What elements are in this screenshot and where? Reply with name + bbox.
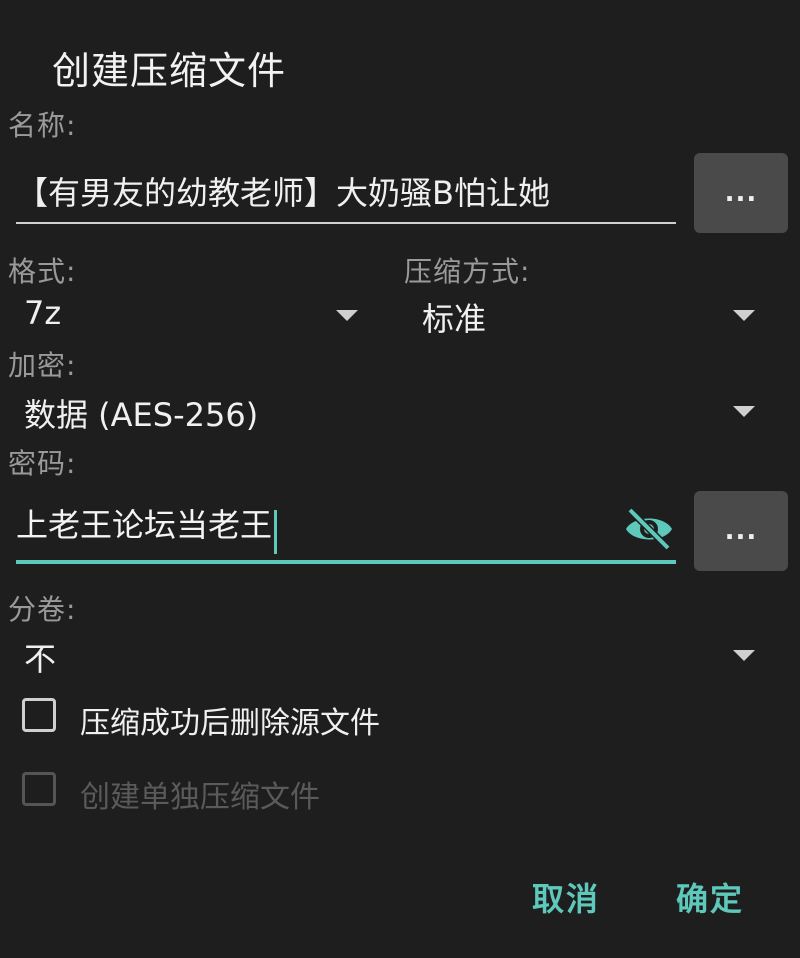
ok-button[interactable]: 确定	[676, 874, 744, 920]
chevron-down-icon	[733, 650, 755, 661]
name-input-underline	[16, 222, 676, 224]
compression-value: 标准	[422, 300, 487, 338]
format-value: 7z	[24, 294, 62, 332]
delete-source-checkbox[interactable]	[22, 698, 56, 732]
name-browse-button[interactable]: ...	[694, 153, 788, 233]
format-dropdown[interactable]: 7z	[0, 288, 380, 342]
password-input[interactable]: 上老王论坛当老王	[16, 500, 616, 556]
encryption-label: 加密:	[8, 349, 77, 382]
encryption-value: 数据 (AES-256)	[24, 396, 259, 434]
cancel-button[interactable]: 取消	[532, 874, 600, 920]
split-value: 不	[24, 640, 57, 678]
password-generator-button[interactable]: ...	[694, 491, 788, 571]
chevron-down-icon	[336, 310, 358, 321]
create-archive-dialog: 创建压缩文件 名称: 【有男友的幼教老师】大奶骚B怕让她 ... 格式: 7z …	[0, 0, 800, 958]
delete-source-option[interactable]: 压缩成功后删除源文件	[20, 694, 440, 741]
chevron-down-icon	[733, 406, 755, 417]
text-cursor	[274, 510, 278, 554]
separate-archives-option: 创建单独压缩文件	[20, 768, 440, 815]
encryption-dropdown[interactable]: 数据 (AES-256)	[0, 384, 780, 438]
password-input-underline	[16, 560, 676, 564]
separate-archives-label: 创建单独压缩文件	[80, 780, 320, 815]
format-label: 格式:	[8, 255, 77, 288]
delete-source-label: 压缩成功后删除源文件	[80, 706, 380, 741]
dialog-title: 创建压缩文件	[52, 49, 287, 93]
name-input[interactable]: 【有男友的幼教老师】大奶骚B怕让她	[16, 168, 676, 214]
separate-archives-checkbox	[22, 772, 56, 806]
eye-off-icon[interactable]	[622, 506, 676, 552]
split-label: 分卷:	[8, 593, 77, 626]
name-label: 名称:	[8, 109, 77, 142]
split-dropdown[interactable]: 不	[0, 628, 780, 682]
compression-dropdown[interactable]: 标准	[400, 288, 780, 342]
password-label: 密码:	[8, 447, 77, 480]
chevron-down-icon	[733, 310, 755, 321]
password-value: 上老王论坛当老王	[16, 506, 273, 544]
compression-label: 压缩方式:	[404, 255, 531, 288]
